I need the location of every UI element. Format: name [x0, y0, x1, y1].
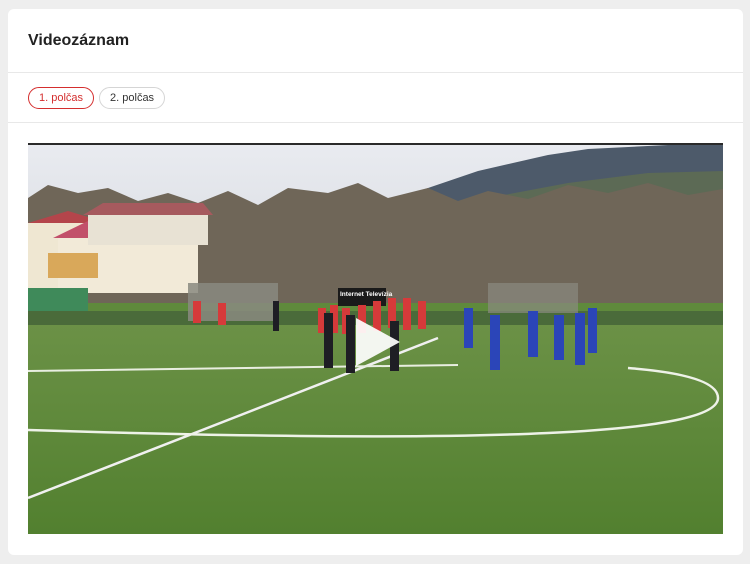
card-title: Videozáznam	[28, 31, 130, 49]
video-player[interactable]: Internet Televízia	[28, 143, 723, 534]
video-card: Videozáznam 1. polčas 2. polčas Internet…	[8, 9, 743, 555]
card-header: Videozáznam	[8, 9, 743, 73]
tab-second-half[interactable]: 2. polčas	[99, 86, 166, 109]
half-tabs: 1. polčas 2. polčas	[8, 73, 743, 123]
tab-first-half[interactable]: 1. polčas	[28, 86, 95, 109]
banner-text: Internet Televízia	[340, 291, 393, 298]
play-icon[interactable]	[346, 312, 406, 372]
